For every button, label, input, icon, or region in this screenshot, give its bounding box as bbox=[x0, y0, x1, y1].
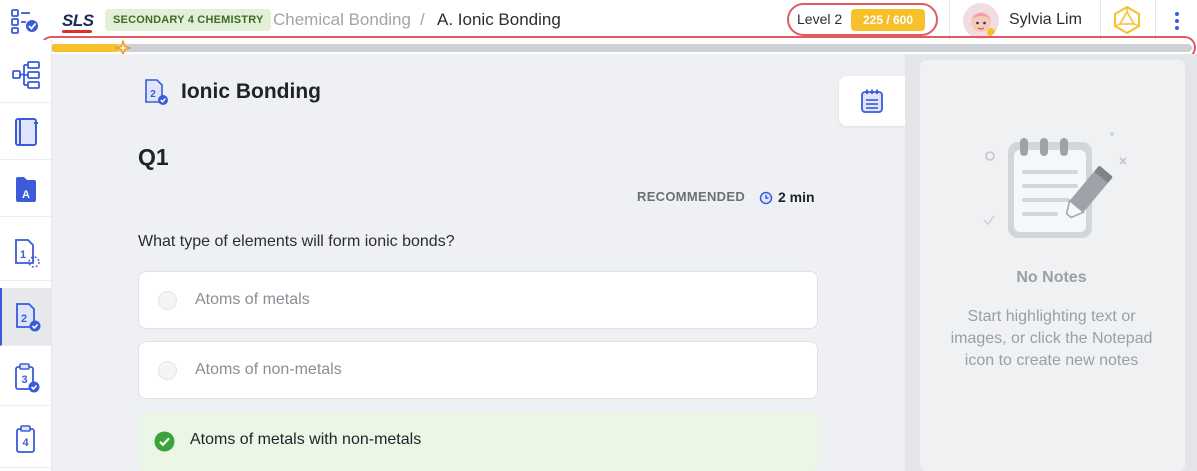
lesson-step-number: 2 bbox=[150, 89, 156, 100]
notes-empty-card bbox=[920, 60, 1185, 471]
breadcrumb-topic[interactable]: Chemical Bonding bbox=[273, 10, 411, 30]
answer-option-correct[interactable]: Atoms of metals with non-metals bbox=[138, 411, 818, 471]
avatar-image-icon bbox=[963, 3, 999, 39]
step-2-icon: 2 bbox=[15, 302, 40, 331]
sidebar-item-step-2[interactable]: 2 bbox=[0, 288, 51, 346]
recommended-duration: 2 min bbox=[778, 189, 815, 205]
empty-notes-illustration-icon bbox=[983, 132, 1127, 238]
question-text: What type of elements will form ionic bo… bbox=[138, 233, 455, 250]
section-a-icon: A bbox=[15, 176, 36, 202]
clock-icon bbox=[759, 191, 773, 205]
lesson-step-icon: 2 bbox=[145, 79, 168, 105]
step-4-label: 4 bbox=[22, 437, 29, 449]
subject-badge: SECONDARY 4 CHEMISTRY bbox=[105, 9, 272, 31]
sls-logo[interactable]: SLS bbox=[62, 11, 94, 33]
top-bar: SLS SECONDARY 4 CHEMISTRY Chemical Bondi… bbox=[0, 0, 1197, 40]
left-sidebar: A 1 2 3 4 bbox=[0, 40, 52, 471]
answer-option[interactable]: Atoms of non-metals bbox=[138, 341, 818, 399]
step-4-icon: 4 bbox=[15, 424, 35, 453]
radio-button[interactable] bbox=[158, 361, 177, 380]
more-vertical-icon[interactable] bbox=[1167, 8, 1187, 34]
step-1-icon: 1 bbox=[14, 238, 40, 268]
radio-button[interactable] bbox=[158, 291, 177, 310]
lesson-map-icon[interactable] bbox=[10, 8, 40, 34]
no-notes-title: No Notes bbox=[1016, 269, 1087, 286]
step-3-label: 3 bbox=[21, 374, 27, 386]
check-circle-icon bbox=[154, 431, 175, 452]
answer-option-text: Atoms of non-metals bbox=[195, 361, 342, 378]
step-3-icon: 3 bbox=[14, 362, 39, 392]
sidebar-item-step-1[interactable]: 1 bbox=[0, 225, 51, 281]
notebook-icon bbox=[14, 117, 38, 146]
step-1-label: 1 bbox=[19, 249, 25, 261]
answer-option-text: Atoms of metals with non-metals bbox=[190, 431, 422, 448]
notepad-button[interactable] bbox=[839, 76, 905, 126]
answer-option-text: Atoms of metals bbox=[195, 291, 310, 308]
no-notes-help-text: Start highlighting text or images, or cl… bbox=[950, 308, 1153, 369]
sidebar-item-step-3[interactable]: 3 bbox=[0, 350, 51, 406]
breadcrumb-separator: / bbox=[420, 10, 425, 29]
sidebar-item-outline[interactable] bbox=[0, 48, 51, 103]
sidebar-item-section-a[interactable]: A bbox=[0, 161, 51, 217]
xp-badge: 225 / 600 bbox=[851, 9, 925, 31]
header-divider bbox=[1155, 0, 1156, 40]
header-divider bbox=[1100, 0, 1101, 40]
recommended-label: RECOMMENDED bbox=[637, 189, 746, 204]
avatar[interactable] bbox=[963, 3, 999, 39]
page-title: Ionic Bonding bbox=[181, 80, 321, 103]
header-divider bbox=[949, 0, 950, 40]
lesson-content bbox=[52, 54, 905, 471]
answer-option[interactable]: Atoms of metals bbox=[138, 271, 818, 329]
question-number: Q1 bbox=[138, 144, 169, 170]
section-a-label: A bbox=[22, 189, 30, 201]
step-2-label: 2 bbox=[20, 313, 26, 325]
breadcrumb-lesson: A. Ionic Bonding bbox=[437, 10, 561, 29]
notepad-icon bbox=[861, 89, 883, 113]
tree-outline-icon bbox=[11, 61, 40, 89]
level-label: Level 2 bbox=[797, 11, 843, 27]
user-name[interactable]: Sylvia Lim bbox=[1009, 11, 1082, 29]
sidebar-item-step-4[interactable]: 4 bbox=[0, 412, 51, 468]
sidebar-item-notebook[interactable] bbox=[0, 104, 51, 160]
gem-icon[interactable] bbox=[1113, 6, 1141, 34]
